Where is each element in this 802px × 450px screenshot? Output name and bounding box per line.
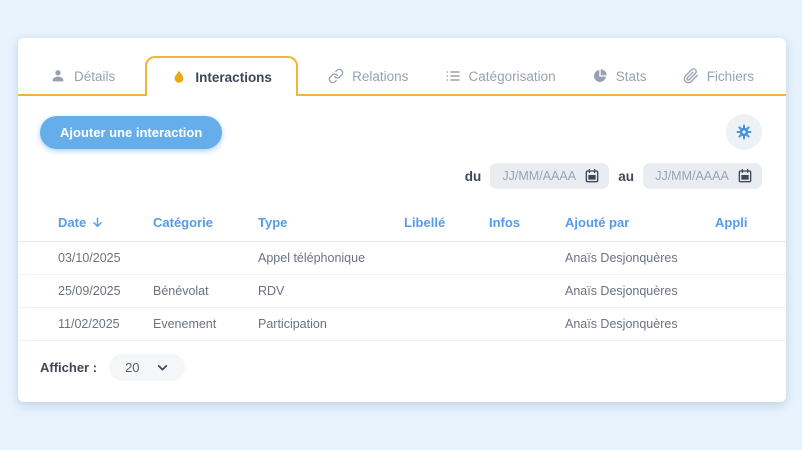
cell-categorie: Evenement [153, 317, 217, 331]
column-header-type[interactable]: Type [258, 215, 404, 230]
date-to-input[interactable] [652, 169, 732, 183]
table-body: 03/10/2025 Appel téléphonique Anaïs Desj… [18, 242, 786, 341]
chevron-down-icon [156, 361, 169, 374]
date-filters: du au [18, 150, 786, 189]
tab-label: Catégorisation [468, 68, 556, 84]
tab-label: Interactions [195, 69, 272, 85]
tab-details[interactable]: Détails [44, 56, 121, 96]
table-row[interactable]: 25/09/2025 Bénévolat RDV Anaïs Desjonquè… [18, 275, 786, 308]
column-header-ajoute-par[interactable]: Ajouté par [565, 215, 715, 230]
gear-icon [735, 123, 753, 141]
table-row[interactable]: 11/02/2025 Evenement Participation Anaïs… [18, 308, 786, 341]
tab-stats[interactable]: Stats [586, 56, 653, 96]
cell-ajoute-par: Anaïs Desjonquères [565, 284, 678, 298]
table-row[interactable]: 03/10/2025 Appel téléphonique Anaïs Desj… [18, 242, 786, 275]
date-to-box [643, 163, 762, 189]
tab-relations[interactable]: Relations [322, 56, 414, 96]
page-size-select[interactable]: 20 [109, 354, 185, 381]
tab-interactions[interactable]: Interactions [145, 56, 298, 98]
cell-type: RDV [258, 284, 285, 298]
cell-date: 03/10/2025 [58, 251, 121, 265]
date-to-label: au [618, 168, 634, 184]
interactions-table: Date Catégorie Type Libellé Infos Ajouté… [18, 207, 786, 341]
tab-fichiers[interactable]: Fichiers [677, 56, 760, 96]
toolbar: Ajouter une interaction [18, 96, 786, 150]
cell-type: Appel téléphonique [258, 251, 366, 265]
cell-type: Participation [258, 317, 327, 331]
page-size-label: Afficher : [40, 360, 98, 375]
column-header-infos[interactable]: Infos [489, 215, 565, 230]
date-from-box [490, 163, 610, 189]
cell-categorie: Bénévolat [153, 284, 209, 298]
column-header-libelle[interactable]: Libellé [404, 215, 489, 230]
date-from-label: du [464, 168, 482, 184]
interactions-panel: Détails Interactions Relations Catégoris… [18, 38, 786, 402]
tab-categorisation[interactable]: Catégorisation [439, 56, 562, 96]
link-icon [328, 68, 344, 84]
flame-icon [171, 69, 187, 85]
list-icon [445, 68, 461, 84]
add-interaction-button[interactable]: Ajouter une interaction [40, 115, 223, 149]
cell-date: 25/09/2025 [58, 284, 121, 298]
column-header-categorie[interactable]: Catégorie [153, 215, 258, 230]
paperclip-icon [683, 68, 699, 84]
tab-label: Fichiers [706, 68, 754, 84]
arrow-down-icon [91, 216, 104, 229]
settings-button[interactable] [726, 114, 762, 150]
tab-label: Détails [74, 68, 116, 84]
user-icon [50, 68, 66, 84]
page-size-value: 20 [125, 360, 140, 375]
cell-date: 11/02/2025 [58, 317, 120, 331]
table-footer: Afficher : 20 [18, 341, 786, 381]
column-header-appli[interactable]: Appli [715, 215, 748, 230]
cell-ajoute-par: Anaïs Desjonquères [565, 317, 678, 331]
tab-bar: Détails Interactions Relations Catégoris… [18, 38, 786, 98]
calendar-icon[interactable] [737, 168, 753, 184]
table-header: Date Catégorie Type Libellé Infos Ajouté… [18, 207, 786, 242]
column-header-date[interactable]: Date [58, 215, 153, 230]
calendar-icon[interactable] [584, 168, 600, 184]
tab-label: Stats [615, 68, 647, 84]
cell-ajoute-par: Anaïs Desjonquères [565, 251, 678, 265]
date-from-input[interactable] [499, 169, 580, 183]
pie-chart-icon [592, 68, 608, 84]
tab-label: Relations [352, 68, 409, 84]
